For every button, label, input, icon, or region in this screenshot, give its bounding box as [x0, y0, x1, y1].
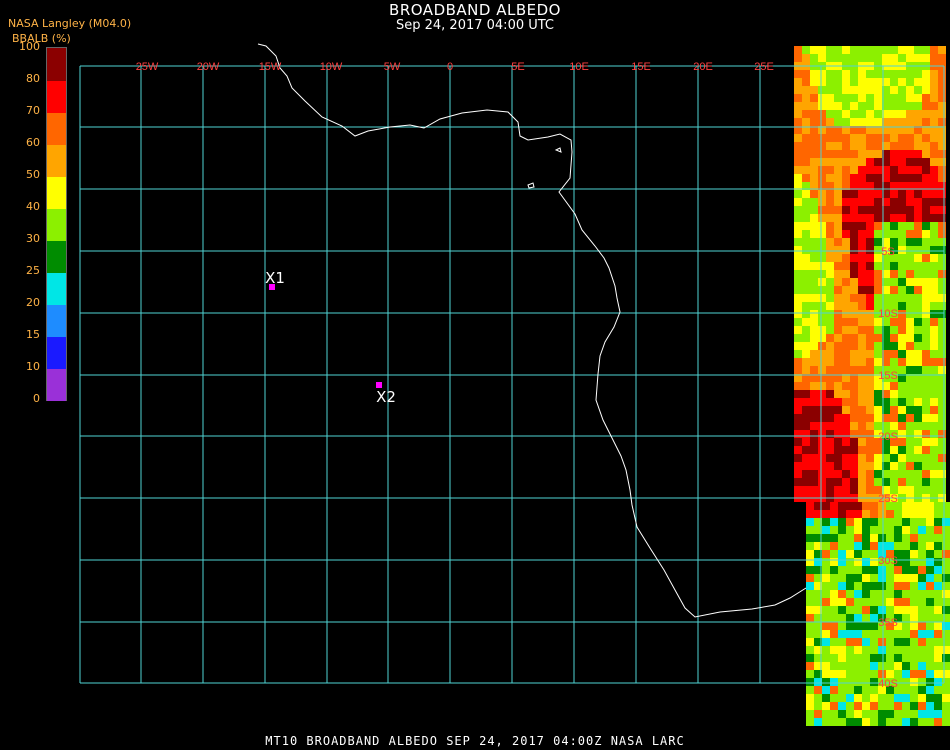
longitude-label: 10E: [569, 61, 589, 73]
marker-label: X2: [376, 388, 396, 406]
island-outline: [527, 147, 562, 189]
latitude-label: 20S: [878, 431, 898, 443]
longitude-label: 5E: [511, 61, 524, 73]
latitude-label: 30S: [878, 555, 898, 567]
longitude-label: 25E: [754, 61, 774, 73]
longitude-label: 10W: [320, 61, 343, 73]
longitude-label: 15E: [631, 61, 651, 73]
marker-label: X1: [265, 269, 285, 287]
latitude-label: 25S: [878, 493, 898, 505]
longitude-label: 20W: [197, 61, 220, 73]
latitude-label: 35S: [878, 617, 898, 629]
longitude-label: 0: [447, 61, 453, 73]
longitude-label: 15W: [259, 61, 282, 73]
longitude-label: 20E: [693, 61, 713, 73]
longitude-labels: 25W 20W 15W 10W 5W 0 5E 10E 15E 20E 25E: [136, 61, 774, 73]
longitude-label: 5W: [384, 61, 401, 73]
footer-caption: MT10 BROADBAND ALBEDO SEP 24, 2017 04:00…: [265, 734, 685, 748]
albedo-map: 25W 20W 15W 10W 5W 0 5E 10E 15E 20E 25E 5S 10S 15S 20…: [79, 43, 950, 726]
africa-coastline: [257, 43, 807, 618]
longitude-label: 25W: [136, 61, 159, 73]
latitude-label: 5S: [881, 246, 894, 258]
latitude-label: 40S: [878, 678, 898, 690]
point-markers: X1 X2: [265, 269, 396, 406]
latitude-label: 10S: [878, 308, 898, 320]
satellite-swath: [794, 46, 950, 726]
latitude-label: 15S: [878, 370, 898, 382]
